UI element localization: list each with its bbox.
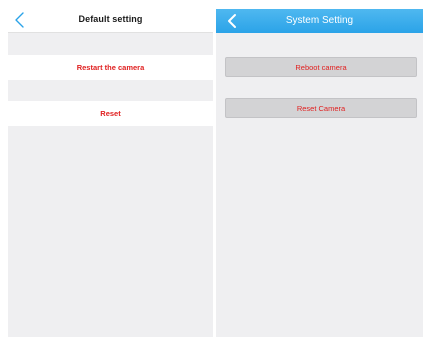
reset-camera-button[interactable]: Reset Camera <box>225 98 417 118</box>
page-title: Default setting <box>78 14 143 24</box>
restart-camera-label: Restart the camera <box>76 63 145 72</box>
reset-button[interactable]: Reset <box>8 101 213 126</box>
comparison-screenshot: Default setting Restart the camera Reset… <box>0 0 423 337</box>
reset-camera-label: Reset Camera <box>296 103 346 113</box>
restart-camera-button[interactable]: Restart the camera <box>8 55 213 80</box>
default-setting-header: Default setting <box>8 9 213 33</box>
reboot-camera-label: Reboot camera <box>295 62 347 72</box>
reset-label: Reset <box>100 109 121 118</box>
system-setting-header: System Setting <box>216 9 423 33</box>
default-setting-screen: Default setting Restart the camera Reset <box>8 9 213 337</box>
reboot-camera-button[interactable]: Reboot camera <box>225 57 417 77</box>
system-setting-screen: System Setting Reboot camera Reset Camer… <box>216 9 423 337</box>
page-title: System Setting <box>285 15 354 26</box>
